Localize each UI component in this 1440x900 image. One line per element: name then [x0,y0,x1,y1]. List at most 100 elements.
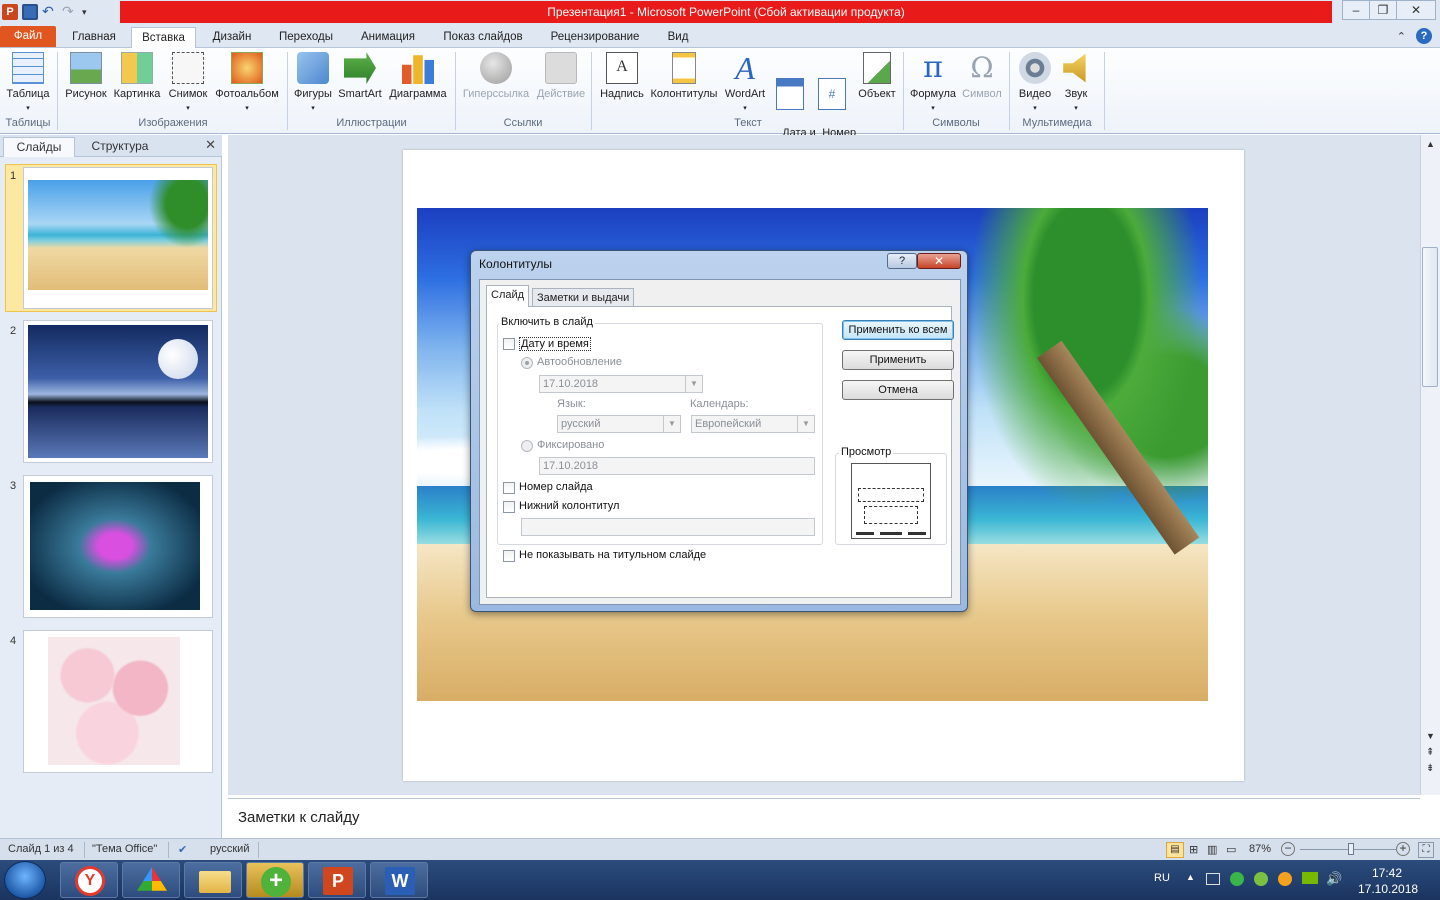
zoom-out-icon[interactable]: − [1281,842,1295,856]
slide-thumbnail-2[interactable] [23,320,213,463]
network-icon[interactable] [1206,873,1220,885]
picture-button[interactable]: Рисунок [62,52,110,101]
object-button[interactable]: Объект [854,52,900,101]
notes-pane[interactable]: Заметки к слайду [228,798,1420,838]
start-button[interactable] [4,861,46,899]
hide-on-title-checkbox[interactable] [503,550,515,562]
audio-button[interactable]: Звук ▾ [1056,52,1096,115]
tab-review[interactable]: Рецензирование [542,27,648,48]
clock-date[interactable]: 17.10.2018 [1358,882,1418,896]
zoom-slider-thumb[interactable] [1347,843,1354,855]
equation-button[interactable]: π Формула ▾ [906,52,960,115]
footer-checkbox[interactable] [503,501,515,513]
language-value: русский [561,418,601,430]
table-button[interactable]: Таблица ▾ [4,52,52,115]
keyboard-language[interactable]: RU [1154,872,1170,884]
tab-home[interactable]: Главная [64,27,124,48]
help-icon[interactable]: ? [1416,28,1432,44]
slide-thumbnail-3[interactable] [23,475,213,618]
tab-design[interactable]: Дизайн [204,27,260,48]
taskbar-word[interactable]: W [370,862,428,898]
tab-notes-handouts[interactable]: Заметки и выдачи [532,288,635,307]
tab-outline[interactable]: Структура [80,137,160,157]
zoom-in-icon[interactable]: + [1396,842,1410,856]
symbol-button[interactable]: Ω Символ [960,52,1004,101]
tray-app-icon[interactable] [1254,872,1268,886]
autoupdate-date-select[interactable]: 17.10.2018 ▼ [539,375,703,393]
close-window-button[interactable]: ✕ [1396,0,1436,20]
slide-number-checkbox[interactable] [503,482,515,494]
tab-view[interactable]: Вид [660,27,696,48]
taskbar-app-plus[interactable]: + [246,862,304,898]
collapse-ribbon-icon[interactable]: ⌃ [1397,30,1406,43]
smartart-button[interactable]: SmartArt [336,52,384,101]
autoupdate-radio[interactable] [521,357,533,369]
taskbar-explorer[interactable] [184,862,242,898]
next-slide-icon[interactable]: ⇟ [1426,763,1434,774]
scroll-up-icon[interactable]: ▲ [1426,139,1435,149]
datetime-checkbox[interactable] [503,338,515,350]
shapes-button[interactable]: Фигуры ▾ [290,52,336,115]
clock-time[interactable]: 17:42 [1372,866,1402,880]
nvidia-icon[interactable] [1302,872,1318,884]
tab-animation[interactable]: Анимация [352,27,424,48]
tab-transitions[interactable]: Переходы [272,27,340,48]
tab-insert[interactable]: Вставка [131,27,196,48]
vertical-scrollbar[interactable]: ▲ ▼ ⇞ ⇟ [1420,135,1440,795]
taskbar-powerpoint[interactable]: P [308,862,366,898]
redo-icon[interactable]: ↷ [62,4,78,20]
dropdown-arrow-icon: ▾ [186,105,190,112]
hyperlink-button[interactable]: Гиперссылка [458,52,534,101]
prev-slide-icon[interactable]: ⇞ [1426,747,1434,758]
apply-to-all-button[interactable]: Применить ко всем [842,320,954,340]
zoom-level[interactable]: 87% [1249,843,1271,855]
normal-view-icon[interactable]: ▤ [1166,842,1184,858]
tab-slide[interactable]: Слайд [486,285,530,307]
tab-slides[interactable]: Слайды [3,137,75,157]
fit-to-window-icon[interactable]: ⛶ [1418,842,1434,858]
taskbar-app-flower[interactable] [122,862,180,898]
dialog-close-button[interactable]: ✕ [917,253,961,269]
customize-qat-icon[interactable]: ▾ [82,4,98,20]
apply-button[interactable]: Применить [842,350,954,370]
screenshot-button[interactable]: Снимок ▾ [164,52,212,115]
clipart-button[interactable]: Картинка [110,52,164,101]
spellcheck-icon[interactable]: ✔ [178,843,187,856]
save-icon[interactable] [22,4,38,20]
undo-icon[interactable]: ↶ [42,4,58,20]
language-indicator[interactable]: русский [210,843,249,855]
volume-icon[interactable]: 🔊 [1326,871,1342,887]
video-button[interactable]: Видео ▾ [1014,52,1056,115]
close-pane-icon[interactable]: ✕ [205,137,216,153]
powerpoint-logo-icon[interactable]: P [2,4,18,20]
scroll-down-icon[interactable]: ▼ [1426,731,1435,741]
calendar-select[interactable]: Европейский ▼ [691,415,815,433]
tab-file[interactable]: Файл [0,26,56,47]
restore-button[interactable]: ❐ [1369,0,1397,20]
action-button[interactable]: Действие [534,52,588,101]
wordart-button[interactable]: A WordArt ▾ [720,52,770,115]
tray-app-icon[interactable] [1230,872,1244,886]
theme-name[interactable]: "Тема Office" [92,843,157,855]
minimize-button[interactable]: – [1342,0,1370,20]
show-hidden-icons[interactable]: ▲ [1186,872,1195,882]
slide-thumbnail-1[interactable] [23,167,213,309]
language-select[interactable]: русский ▼ [557,415,681,433]
scroll-thumb[interactable] [1422,247,1438,387]
header-footer-button[interactable]: Колонтитулы [648,52,720,101]
slide-sorter-icon[interactable]: ⊞ [1189,843,1198,856]
fixed-date-input[interactable]: 17.10.2018 [539,457,815,475]
slideshow-view-icon[interactable]: ▭ [1226,843,1236,856]
fixed-radio[interactable] [521,440,533,452]
taskbar-yandex-browser[interactable]: Y [60,862,118,898]
reading-view-icon[interactable]: ▥ [1207,843,1217,856]
cancel-button[interactable]: Отмена [842,380,954,400]
chart-button[interactable]: Диаграмма [384,52,452,101]
slide-thumbnail-4[interactable] [23,630,213,773]
photoalbum-button[interactable]: Фотоальбом ▾ [212,52,282,115]
dialog-help-button[interactable]: ? [887,253,917,269]
tab-slideshow[interactable]: Показ слайдов [436,27,530,48]
footer-text-input[interactable] [521,518,815,536]
tray-app-icon[interactable] [1278,872,1292,886]
textbox-button[interactable]: A Надпись [596,52,648,101]
